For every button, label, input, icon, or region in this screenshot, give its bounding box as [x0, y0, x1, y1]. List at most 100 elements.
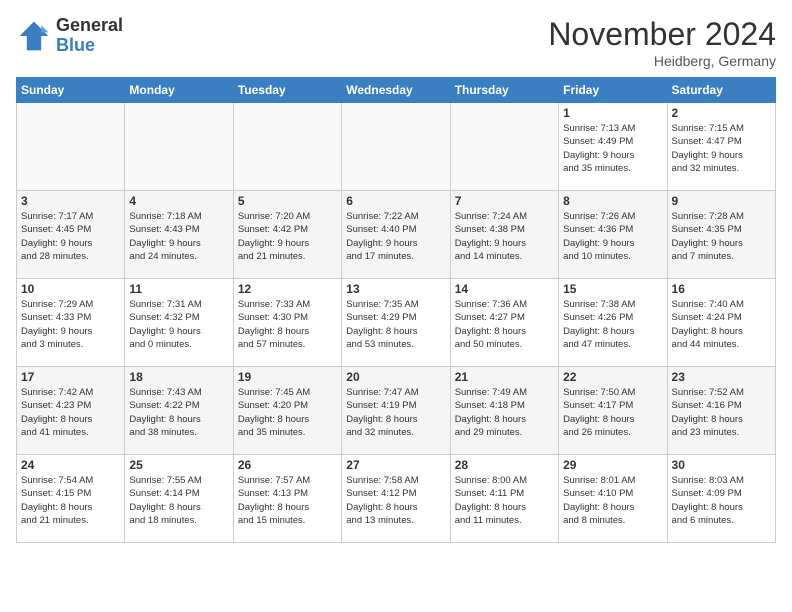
day-info: Sunrise: 7:43 AM Sunset: 4:22 PM Dayligh… [129, 386, 228, 439]
calendar-cell-2-1: 11 Sunrise: 7:31 AM Sunset: 4:32 PM Dayli… [125, 279, 233, 367]
calendar-cell-3-3: 20Sunrise: 7:47 AM Sunset: 4:19 PM Dayli… [342, 367, 450, 455]
day-number: 9 [672, 194, 771, 208]
day-info: Sunrise: 7:49 AM Sunset: 4:18 PM Dayligh… [455, 386, 554, 439]
calendar-cell-2-6: 16 Sunrise: 7:40 AM Sunset: 4:24 PM Dayli… [667, 279, 775, 367]
day-number: 16 [672, 282, 771, 296]
day-number: 7 [455, 194, 554, 208]
calendar-cell-4-2: 26 Sunrise: 7:57 AM Sunset: 4:13 PM Dayli… [233, 455, 341, 543]
calendar-week-4: 24 Sunrise: 7:54 AM Sunset: 4:15 PM Dayli… [17, 455, 776, 543]
day-info: Sunrise: 7:42 AM Sunset: 4:23 PM Dayligh… [21, 386, 120, 439]
calendar-week-0: 1 Sunrise: 7:13 AM Sunset: 4:49 PM Daylig… [17, 103, 776, 191]
day-number: 23 [672, 370, 771, 384]
day-info: Sunrise: 7:55 AM Sunset: 4:14 PM Dayligh… [129, 474, 228, 527]
calendar-cell-3-1: 18 Sunrise: 7:43 AM Sunset: 4:22 PM Dayli… [125, 367, 233, 455]
day-info: Sunrise: 7:24 AM Sunset: 4:38 PM Dayligh… [455, 210, 554, 263]
calendar-cell-1-1: 4 Sunrise: 7:18 AM Sunset: 4:43 PM Daylig… [125, 191, 233, 279]
calendar-header-row: SundayMondayTuesdayWednesdayThursdayFrid… [17, 78, 776, 103]
day-info: Sunrise: 7:45 AM Sunset: 4:20 PM Dayligh… [238, 386, 337, 439]
day-info: Sunrise: 7:57 AM Sunset: 4:13 PM Dayligh… [238, 474, 337, 527]
logo-text: General Blue [56, 16, 123, 56]
day-number: 14 [455, 282, 554, 296]
day-number: 26 [238, 458, 337, 472]
day-number: 15 [563, 282, 662, 296]
day-info: Sunrise: 7:13 AM Sunset: 4:49 PM Dayligh… [563, 122, 662, 175]
day-info: Sunrise: 7:40 AM Sunset: 4:24 PM Dayligh… [672, 298, 771, 351]
calendar-cell-2-5: 15 Sunrise: 7:38 AM Sunset: 4:26 PM Dayli… [559, 279, 667, 367]
calendar-cell-0-6: 2Sunrise: 7:15 AM Sunset: 4:47 PM Daylig… [667, 103, 775, 191]
day-number: 1 [563, 106, 662, 120]
day-info: Sunrise: 7:18 AM Sunset: 4:43 PM Dayligh… [129, 210, 228, 263]
day-info: Sunrise: 7:22 AM Sunset: 4:40 PM Dayligh… [346, 210, 445, 263]
day-info: Sunrise: 7:38 AM Sunset: 4:26 PM Dayligh… [563, 298, 662, 351]
day-info: Sunrise: 7:28 AM Sunset: 4:35 PM Dayligh… [672, 210, 771, 263]
logo-blue: Blue [56, 35, 95, 55]
calendar-week-3: 17 Sunrise: 7:42 AM Sunset: 4:23 PM Dayli… [17, 367, 776, 455]
day-info: Sunrise: 7:29 AM Sunset: 4:33 PM Dayligh… [21, 298, 120, 351]
day-info: Sunrise: 7:58 AM Sunset: 4:12 PM Dayligh… [346, 474, 445, 527]
calendar-cell-0-5: 1 Sunrise: 7:13 AM Sunset: 4:49 PM Daylig… [559, 103, 667, 191]
calendar-cell-0-1 [125, 103, 233, 191]
day-number: 10 [21, 282, 120, 296]
day-number: 30 [672, 458, 771, 472]
calendar-cell-1-5: 8Sunrise: 7:26 AM Sunset: 4:36 PM Daylig… [559, 191, 667, 279]
day-number: 24 [21, 458, 120, 472]
day-number: 11 [129, 282, 228, 296]
logo: General Blue [16, 16, 123, 56]
day-number: 19 [238, 370, 337, 384]
day-info: Sunrise: 7:50 AM Sunset: 4:17 PM Dayligh… [563, 386, 662, 439]
calendar-header-saturday: Saturday [667, 78, 775, 103]
calendar-cell-4-0: 24 Sunrise: 7:54 AM Sunset: 4:15 PM Dayli… [17, 455, 125, 543]
day-number: 17 [21, 370, 120, 384]
calendar-header-monday: Monday [125, 78, 233, 103]
day-number: 12 [238, 282, 337, 296]
day-info: Sunrise: 7:52 AM Sunset: 4:16 PM Dayligh… [672, 386, 771, 439]
day-info: Sunrise: 7:54 AM Sunset: 4:15 PM Dayligh… [21, 474, 120, 527]
day-info: Sunrise: 8:00 AM Sunset: 4:11 PM Dayligh… [455, 474, 554, 527]
day-number: 22 [563, 370, 662, 384]
day-info: Sunrise: 7:47 AM Sunset: 4:19 PM Dayligh… [346, 386, 445, 439]
logo-general: General [56, 15, 123, 35]
day-number: 18 [129, 370, 228, 384]
header: General Blue November 2024 Heidberg, Ger… [16, 16, 776, 69]
calendar: SundayMondayTuesdayWednesdayThursdayFrid… [16, 77, 776, 543]
day-info: Sunrise: 7:31 AM Sunset: 4:32 PM Dayligh… [129, 298, 228, 351]
day-number: 25 [129, 458, 228, 472]
calendar-header-thursday: Thursday [450, 78, 558, 103]
calendar-cell-2-4: 14Sunrise: 7:36 AM Sunset: 4:27 PM Dayli… [450, 279, 558, 367]
calendar-header-wednesday: Wednesday [342, 78, 450, 103]
day-number: 29 [563, 458, 662, 472]
calendar-week-1: 3 Sunrise: 7:17 AM Sunset: 4:45 PM Daylig… [17, 191, 776, 279]
calendar-cell-0-4 [450, 103, 558, 191]
calendar-cell-3-4: 21Sunrise: 7:49 AM Sunset: 4:18 PM Dayli… [450, 367, 558, 455]
title-block: November 2024 Heidberg, Germany [548, 16, 776, 69]
location: Heidberg, Germany [548, 53, 776, 69]
calendar-cell-1-4: 7 Sunrise: 7:24 AM Sunset: 4:38 PM Daylig… [450, 191, 558, 279]
day-number: 5 [238, 194, 337, 208]
calendar-cell-1-6: 9 Sunrise: 7:28 AM Sunset: 4:35 PM Daylig… [667, 191, 775, 279]
logo-icon [16, 18, 52, 54]
day-info: Sunrise: 7:35 AM Sunset: 4:29 PM Dayligh… [346, 298, 445, 351]
calendar-cell-4-1: 25 Sunrise: 7:55 AM Sunset: 4:14 PM Dayli… [125, 455, 233, 543]
calendar-cell-1-3: 6Sunrise: 7:22 AM Sunset: 4:40 PM Daylig… [342, 191, 450, 279]
calendar-cell-1-2: 5Sunrise: 7:20 AM Sunset: 4:42 PM Daylig… [233, 191, 341, 279]
calendar-cell-2-2: 12Sunrise: 7:33 AM Sunset: 4:30 PM Dayli… [233, 279, 341, 367]
calendar-cell-3-6: 23 Sunrise: 7:52 AM Sunset: 4:16 PM Dayli… [667, 367, 775, 455]
calendar-cell-4-3: 27Sunrise: 7:58 AM Sunset: 4:12 PM Dayli… [342, 455, 450, 543]
day-info: Sunrise: 8:03 AM Sunset: 4:09 PM Dayligh… [672, 474, 771, 527]
day-number: 3 [21, 194, 120, 208]
calendar-header-sunday: Sunday [17, 78, 125, 103]
calendar-cell-3-0: 17 Sunrise: 7:42 AM Sunset: 4:23 PM Dayli… [17, 367, 125, 455]
calendar-cell-3-5: 22 Sunrise: 7:50 AM Sunset: 4:17 PM Dayli… [559, 367, 667, 455]
day-info: Sunrise: 7:17 AM Sunset: 4:45 PM Dayligh… [21, 210, 120, 263]
calendar-cell-1-0: 3 Sunrise: 7:17 AM Sunset: 4:45 PM Daylig… [17, 191, 125, 279]
calendar-header-friday: Friday [559, 78, 667, 103]
calendar-cell-4-6: 30 Sunrise: 8:03 AM Sunset: 4:09 PM Dayli… [667, 455, 775, 543]
day-info: Sunrise: 7:15 AM Sunset: 4:47 PM Dayligh… [672, 122, 771, 175]
day-number: 28 [455, 458, 554, 472]
calendar-cell-0-2 [233, 103, 341, 191]
day-info: Sunrise: 8:01 AM Sunset: 4:10 PM Dayligh… [563, 474, 662, 527]
day-number: 4 [129, 194, 228, 208]
calendar-cell-4-4: 28 Sunrise: 8:00 AM Sunset: 4:11 PM Dayli… [450, 455, 558, 543]
calendar-cell-3-2: 19 Sunrise: 7:45 AM Sunset: 4:20 PM Dayli… [233, 367, 341, 455]
calendar-cell-0-3 [342, 103, 450, 191]
